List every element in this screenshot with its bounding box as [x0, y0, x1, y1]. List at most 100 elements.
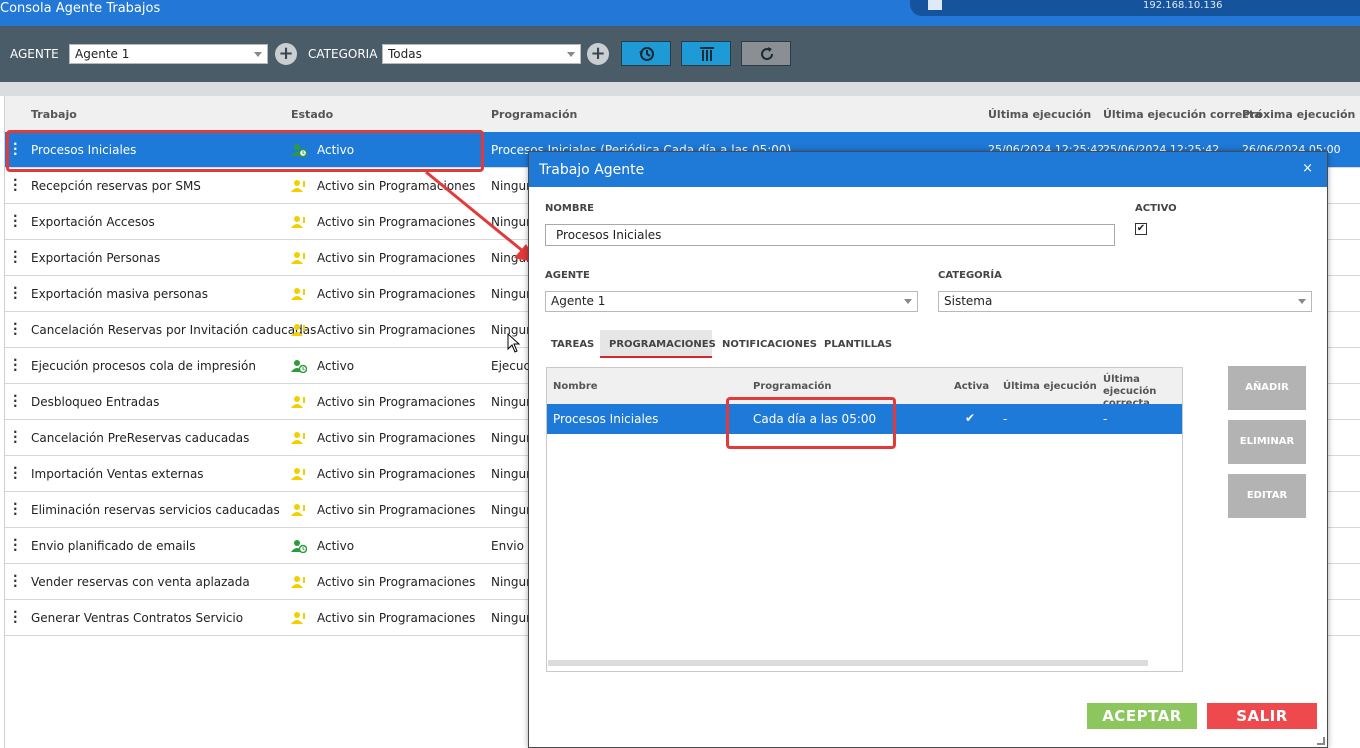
job-state: Activo sin Programaciones	[317, 323, 476, 337]
category-filter-label: CATEGORIA	[308, 47, 378, 61]
schedule-row-name: Procesos Iniciales	[553, 412, 659, 426]
job-name: Importación Ventas externas	[31, 467, 204, 481]
category-label: CATEGORÍA	[938, 270, 1002, 281]
row-menu-icon[interactable]: · · ·	[13, 282, 18, 304]
row-menu-icon[interactable]: · · ·	[13, 354, 18, 376]
job-state: Activo	[317, 539, 355, 553]
category-filter-select[interactable]: Todas	[382, 44, 581, 64]
job-name: Cancelación Reservas por Invitación cadu…	[31, 323, 317, 337]
schedule-col-name[interactable]: Nombre	[553, 381, 598, 392]
refresh-icon	[761, 47, 774, 61]
row-menu-icon[interactable]: · · ·	[13, 246, 18, 268]
app-title: Consola Agente Trabajos	[0, 1, 161, 16]
user-warning-icon	[291, 504, 305, 516]
job-name: Exportación Personas	[31, 251, 161, 265]
active-checkbox[interactable]: ✔	[1135, 223, 1147, 235]
row-menu-icon[interactable]: · · ·	[13, 570, 18, 592]
schedule-col-program[interactable]: Programación	[753, 381, 831, 392]
toolbar-separator	[0, 82, 1360, 96]
job-name: Cancelación PreReservas caducadas	[31, 431, 250, 445]
user-warning-icon	[291, 288, 305, 300]
filter-toolbar: AGENTE Agente 1 + CATEGORIA Todas +	[0, 26, 1360, 82]
job-name: Desbloqueo Entradas	[31, 395, 160, 409]
row-menu-icon[interactable]: · · ·	[13, 534, 18, 556]
accept-button[interactable]: ACEPTAR	[1087, 703, 1197, 729]
add-category-button[interactable]: +	[587, 43, 609, 65]
refresh-button[interactable]	[741, 41, 791, 66]
column-header-job[interactable]: Trabajo	[31, 108, 77, 121]
user-warning-icon	[291, 180, 305, 192]
user-warning-icon	[291, 612, 305, 624]
title-bar: Consola Agente Trabajos 192.168.10.136	[0, 0, 1360, 26]
active-tab-indicator	[600, 356, 712, 358]
user-warning-icon	[291, 432, 305, 444]
job-name: Envio planificado de emails	[31, 539, 196, 553]
agent-select[interactable]: Agente 1	[545, 291, 918, 312]
row-menu-icon[interactable]: · · ·	[13, 498, 18, 520]
job-name: Vender reservas con venta aplazada	[31, 575, 250, 589]
row-menu-icon[interactable]: · · ·	[13, 462, 18, 484]
highlight-selected-job	[6, 130, 484, 172]
delete-schedule-button[interactable]: ELIMINAR	[1228, 420, 1306, 464]
agent-filter-select[interactable]: Agente 1	[69, 44, 268, 64]
name-field[interactable]: Procesos Iniciales	[545, 224, 1115, 246]
job-state: Activo sin Programaciones	[317, 287, 476, 301]
home-icon[interactable]	[928, 0, 942, 10]
agent-filter-label: AGENTE	[10, 47, 59, 61]
highlight-schedule	[726, 397, 896, 449]
row-menu-icon[interactable]: · · ·	[13, 390, 18, 412]
user-warning-icon	[291, 252, 305, 264]
delete-button[interactable]	[681, 41, 731, 66]
ip-address: 192.168.10.136	[1143, 0, 1223, 11]
chevron-down-icon	[1298, 299, 1306, 304]
active-label: ACTIVO	[1135, 203, 1177, 214]
history-button[interactable]	[621, 41, 671, 66]
close-icon[interactable]: ×	[1302, 161, 1313, 176]
row-menu-icon[interactable]: · · ·	[13, 174, 18, 196]
job-state: Activo sin Programaciones	[317, 467, 476, 481]
checkmark-icon: ✔	[965, 411, 976, 425]
resize-grip-icon[interactable]	[1317, 737, 1325, 745]
job-state: Activo sin Programaciones	[317, 431, 476, 445]
add-schedule-button[interactable]: AÑADIR	[1228, 366, 1306, 410]
agent-filter-value: Agente 1	[75, 47, 130, 61]
column-header-state[interactable]: Estado	[291, 108, 333, 121]
category-select-value: Sistema	[944, 294, 993, 308]
job-name: Exportación masiva personas	[31, 287, 208, 301]
job-name: Eliminación reservas servicios caducadas	[31, 503, 280, 517]
column-header-last-ok-run[interactable]: Última ejecución correcta	[1103, 108, 1262, 121]
jobs-grid-header: Trabajo Estado Programación Última ejecu…	[5, 96, 1360, 132]
job-state: Activo sin Programaciones	[317, 611, 476, 625]
column-header-next-run[interactable]: Próxima ejecución	[1242, 108, 1355, 121]
column-header-schedule[interactable]: Programación	[491, 108, 577, 121]
category-select[interactable]: Sistema	[938, 291, 1312, 312]
user-warning-icon	[291, 324, 305, 336]
job-state: Activo sin Programaciones	[317, 395, 476, 409]
column-header-last-run[interactable]: Última ejecución	[988, 108, 1091, 121]
exit-button[interactable]: SALIR	[1207, 703, 1317, 729]
user-warning-icon	[291, 396, 305, 408]
schedule-col-active[interactable]: Activa	[954, 381, 989, 392]
schedule-col-last-run[interactable]: Última ejecución	[1003, 381, 1097, 392]
job-state: Activo	[317, 359, 355, 373]
tab-tareas[interactable]: TAREAS	[551, 339, 594, 350]
horizontal-scrollbar[interactable]	[548, 660, 1148, 666]
edit-schedule-button[interactable]: EDITAR	[1228, 474, 1306, 518]
user-warning-icon	[291, 468, 305, 480]
tab-programaciones[interactable]: PROGRAMACIONES	[609, 339, 716, 350]
row-menu-icon[interactable]: · · ·	[13, 210, 18, 232]
schedule-row-last-run: -	[1003, 412, 1008, 426]
tab-plantillas[interactable]: PLANTILLAS	[824, 339, 892, 350]
row-menu-icon[interactable]: · · ·	[13, 426, 18, 448]
tab-notificaciones[interactable]: NOTIFICACIONES	[722, 339, 817, 350]
dialog-title: Trabajo Agente	[539, 162, 645, 178]
job-dialog: Trabajo Agente × NOMBRE Procesos Inicial…	[528, 151, 1328, 748]
schedule-row-last-ok-run: -	[1103, 412, 1108, 426]
user-clock-icon	[291, 360, 307, 373]
job-name: Ejecución procesos cola de impresión	[31, 359, 256, 373]
chevron-down-icon	[567, 52, 575, 57]
row-menu-icon[interactable]: · · ·	[13, 606, 18, 628]
add-agent-button[interactable]: +	[275, 43, 297, 65]
row-menu-icon[interactable]: · · ·	[13, 318, 18, 340]
dialog-header: Trabajo Agente ×	[529, 152, 1327, 187]
